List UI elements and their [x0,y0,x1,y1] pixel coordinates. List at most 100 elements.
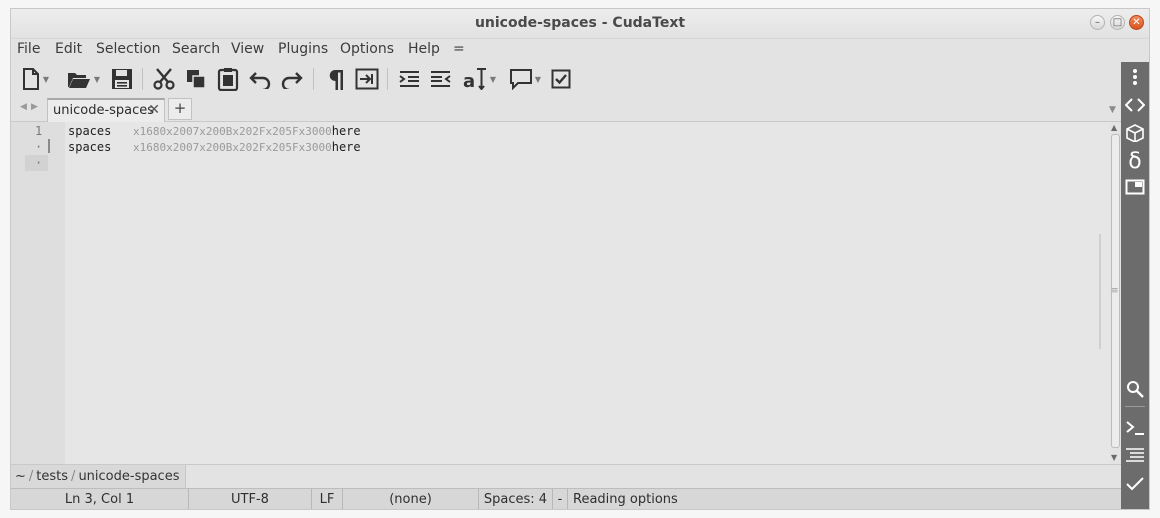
undo-button[interactable] [247,66,273,92]
sidebar-divider [1125,406,1145,407]
save-button[interactable] [109,66,135,92]
close-icon[interactable]: ✕ [148,102,160,118]
terminal-icon [1126,421,1144,435]
sidebar-project-button[interactable] [1121,120,1149,146]
path-bar: ~ / tests / unicode-spaces [11,464,1121,488]
folder-open-icon [67,73,90,88]
tab-arrow-icon [355,68,379,90]
tab-scroll-right-icon[interactable]: ▶ [31,102,38,112]
status-lexer[interactable]: (none) [343,489,479,509]
window-title: unicode-spaces - CudaText [474,15,686,31]
chevron-down-icon: ▼ [534,74,542,84]
line-word: spaces [68,140,112,154]
tab-bar: ◀ ▶ unicode-spaces ✕ + ▼ [11,96,1121,122]
kebab-menu-icon [1133,69,1137,85]
sidebar-panel-button[interactable] [1121,174,1149,200]
indent-button[interactable] [395,66,423,92]
breadcrumb-folder[interactable]: tests [36,469,68,484]
line-number: · [35,140,43,154]
scissors-icon [153,68,175,90]
add-tab-button[interactable]: + [168,98,192,120]
code-brackets-icon [1125,98,1145,112]
scroll-up-arrow[interactable]: ▲ [1111,123,1117,132]
comment-button[interactable]: ▼ [505,66,545,92]
status-separator: - [553,489,568,509]
minimize-button[interactable]: – [1090,15,1105,30]
delta-icon[interactable]: δ [1121,148,1149,174]
show-unprinted-button[interactable] [323,66,349,92]
maximize-button[interactable]: □ [1110,15,1125,30]
sidebar-search-button[interactable] [1121,376,1149,402]
editor-line: spaces x1680x2007x200Bx202Fx205Fx3000her… [68,140,361,154]
menu-selection[interactable]: Selection [96,41,161,57]
copy-button[interactable] [183,66,209,92]
redo-button[interactable] [279,66,305,92]
menu-options[interactable]: Options [340,41,394,57]
search-icon [1127,381,1144,398]
sidebar-code-tree-button[interactable] [1121,92,1149,118]
menu-file[interactable]: File [17,41,40,57]
undo-icon [249,72,271,89]
tab-menu-icon[interactable]: ▼ [1109,105,1116,115]
svg-text:a: a [463,71,475,90]
breadcrumb-separator: / [71,469,76,484]
sidebar-menu-button[interactable] [1121,64,1149,90]
breadcrumb: ~ / tests / unicode-spaces [11,465,187,488]
menu-view[interactable]: View [231,41,264,57]
text-size-icon: a [463,68,486,90]
menu-extra[interactable]: = [453,41,465,57]
toolbar-separator [313,68,314,90]
unicode-space-codes: x1680x2007x200Bx202Fx205Fx3000 [133,125,332,138]
wrap-button[interactable] [353,66,381,92]
chevron-down-icon: ▼ [93,74,101,84]
unindent-button[interactable] [427,66,455,92]
toolbar-separator [142,68,143,90]
paste-button[interactable] [215,66,241,92]
right-sidebar: δ [1121,62,1149,509]
case-button[interactable]: a ▼ [459,66,499,92]
breadcrumb-home[interactable]: ~ [15,469,26,484]
breadcrumb-separator: / [28,469,34,484]
status-message: Reading options [573,492,678,507]
sidebar-output-button[interactable] [1121,442,1149,468]
unindent-icon [431,71,451,87]
check-button[interactable] [548,66,574,92]
line-tail: here [331,140,361,154]
checkmark-icon [1126,477,1144,491]
scroll-down-arrow[interactable]: ▼ [1111,453,1117,462]
package-icon [1126,124,1144,142]
status-bar: Ln 3, Col 1 UTF-8 LF (none) Spaces: 4 - … [11,488,1121,509]
tab-label: unicode-spaces [53,103,155,118]
text-editor[interactable]: spaces x1680x2007x200Bx202Fx205Fx3000her… [65,122,1110,464]
menu-help[interactable]: Help [408,41,440,57]
toolbar: ▼ ▼ a ▼ ▼ [11,62,1121,96]
status-tab-size[interactable]: Spaces: 4 [479,489,553,509]
tab-scroll-left-icon[interactable]: ◀ [20,102,27,112]
status-cursor-position[interactable]: Ln 3, Col 1 [11,489,189,509]
close-window-button[interactable]: ✕ [1129,15,1144,30]
menu-edit[interactable]: Edit [55,41,82,57]
redo-icon [281,72,303,89]
new-file-button[interactable]: ▼ [15,66,55,92]
menu-plugins[interactable]: Plugins [278,41,328,57]
tab-unicode-spaces[interactable]: unicode-spaces ✕ [47,98,165,122]
sidebar-console-button[interactable] [1121,415,1149,441]
status-line-ending[interactable]: LF [312,489,343,509]
copy-icon [187,70,206,89]
editor-line: spaces x1680x2007x200Bx202Fx205Fx3000her… [68,124,361,138]
indent-icon [399,71,419,87]
new-file-icon [22,68,39,90]
modified-marker [48,139,50,153]
unicode-space-codes: x1680x2007x200Bx202Fx205Fx3000 [133,141,332,154]
minimap-marker [1099,234,1101,349]
pilcrow-icon [329,70,343,90]
line-gutter: 1 · · [11,122,65,464]
speech-bubble-icon [509,69,532,90]
cut-button[interactable] [151,66,177,92]
sidebar-validate-button[interactable] [1121,471,1149,497]
breadcrumb-file[interactable]: unicode-spaces [78,469,179,484]
status-encoding[interactable]: UTF-8 [189,489,312,509]
save-icon [112,69,132,89]
menu-search[interactable]: Search [172,41,220,57]
open-file-button[interactable]: ▼ [61,66,105,92]
